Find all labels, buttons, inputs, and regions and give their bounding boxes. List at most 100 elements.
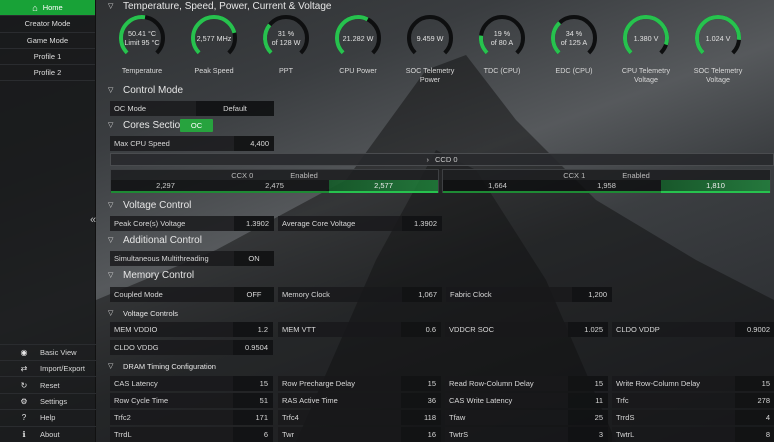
dram-timing-field[interactable]: TrrdS 4 (612, 410, 774, 425)
gauge-value-sub: Limit 95 °C (124, 38, 160, 47)
dram-timing-value[interactable]: 15 (233, 376, 273, 391)
coupled-mode-field[interactable]: Coupled Mode OFF (110, 287, 274, 302)
section-additional-control-header[interactable]: ▽ Additional Control (108, 234, 202, 247)
dram-timing-field[interactable]: Trfc2 171 (110, 410, 273, 425)
dram-timing-value[interactable]: 51 (233, 393, 273, 408)
section-voltage-control-header[interactable]: ▽ Voltage Control (108, 199, 191, 212)
oc-mode-value[interactable]: Default (196, 101, 274, 116)
settings-button[interactable]: ⚙ Settings (0, 392, 96, 409)
sidebar-item-profile-1[interactable]: Profile 1 (0, 49, 95, 66)
dram-timing-value[interactable]: 15 (735, 376, 774, 391)
voltage-control-field[interactable]: CLDO VDDP 0.9002 (612, 322, 774, 337)
dram-timing-field[interactable]: Tfaw 25 (445, 410, 608, 425)
smt-value[interactable]: ON (234, 251, 274, 266)
voltage-control-field[interactable]: MEM VTT 0.6 (278, 322, 441, 337)
dram-timing-value[interactable]: 118 (401, 410, 441, 425)
dram-timing-field[interactable]: Row Precharge Delay 15 (278, 376, 441, 391)
fabric-clock-value[interactable]: 1,200 (572, 287, 612, 302)
voltage-control-field[interactable]: CLDO VDDG 0.9504 (110, 340, 273, 355)
sidebar-item-creator-mode[interactable]: Creator Mode (0, 16, 95, 33)
core-speed: 1,958 (552, 180, 661, 193)
gauge-value-sub: of 128 W (271, 38, 301, 47)
gauge-value-main: 21.282 W (342, 34, 374, 43)
oc-mode-field[interactable]: OC Mode Default (110, 101, 274, 116)
dram-timing-field[interactable]: CAS Write Latency 11 (445, 393, 608, 408)
peak-core-voltage-field: Peak Core(s) Voltage 1.3902 (110, 216, 274, 231)
fabric-clock-field[interactable]: Fabric Clock 1,200 (446, 287, 612, 302)
ccd-label: CCD 0 (434, 155, 458, 164)
reset-button[interactable]: ↻ Reset (0, 376, 96, 392)
section-memory-control-header[interactable]: ▽ Memory Control (108, 269, 194, 282)
coupled-mode-value[interactable]: OFF (234, 287, 274, 302)
dram-timing-field[interactable]: TrrdL 6 (110, 427, 273, 442)
dram-timing-field[interactable]: CAS Latency 15 (110, 376, 273, 391)
voltage-control-field[interactable]: MEM VDDIO 1.2 (110, 322, 273, 337)
help-button[interactable]: ? Help (0, 409, 96, 425)
voltage-control-value[interactable]: 1.2 (233, 322, 273, 337)
section-cores-header[interactable]: ▽ Cores Section (108, 119, 186, 132)
section-title: Cores Section (123, 120, 186, 131)
import-export-button[interactable]: ⇄ Import/Export (0, 360, 96, 376)
dram-timing-field[interactable]: Trfc 278 (612, 393, 774, 408)
memory-clock-field[interactable]: Memory Clock 1,067 (278, 287, 442, 302)
dram-timing-value[interactable]: 36 (401, 393, 441, 408)
gear-icon: ⚙ (20, 397, 28, 407)
dram-timing-field[interactable]: Twr 16 (278, 427, 441, 442)
smt-field[interactable]: Simultaneous Multithreading ON (110, 251, 274, 266)
gauge-value: 1.380 V (618, 34, 674, 43)
gauge-3: 31 % of 128 W PPT (258, 14, 314, 75)
about-button[interactable]: ℹ About (0, 425, 96, 442)
chevron-down-icon: ▽ (108, 310, 114, 317)
section-control-mode-header[interactable]: ▽ Control Mode (108, 84, 183, 97)
sidebar-item-home[interactable]: ⌂ Home (0, 0, 95, 17)
sidebar-item-profile-2[interactable]: Profile 2 (0, 65, 95, 82)
ccd-header[interactable]: › CCD 0 (110, 153, 774, 166)
dram-timing-field[interactable]: Row Cycle Time 51 (110, 393, 273, 408)
dram-timing-field[interactable]: Trfc4 118 (278, 410, 441, 425)
dram-timing-value[interactable]: 15 (568, 376, 608, 391)
ccx-header: CCX 0 Enabled (111, 170, 438, 180)
dram-timing-value[interactable]: 4 (735, 410, 774, 425)
dram-timing-field[interactable]: Write Row-Column Delay 15 (612, 376, 774, 391)
memory-clock-value[interactable]: 1,067 (402, 287, 442, 302)
max-cpu-speed-field[interactable]: Max CPU Speed 4,400 (110, 136, 274, 151)
gauge-value: 21.282 W (330, 34, 386, 43)
dram-timing-value[interactable]: 16 (401, 427, 441, 442)
dram-timing-field[interactable]: TwtrL 8 (612, 427, 774, 442)
section-title: Voltage Control (123, 200, 192, 211)
collapse-sidebar-icon[interactable]: « (90, 214, 96, 226)
voltage-control-label: MEM VTT (282, 325, 316, 334)
gauge-value: 2,577 MHz (186, 34, 242, 43)
gauge-label-main: TDC (CPU) (483, 66, 521, 75)
dram-timing-value[interactable]: 11 (568, 393, 608, 408)
dram-timing-value[interactable]: 3 (568, 427, 608, 442)
section-dram-timing-header[interactable]: ▽ DRAM Timing Configuration (108, 360, 216, 373)
dram-timing-value[interactable]: 25 (568, 410, 608, 425)
dram-timing-value[interactable]: 15 (401, 376, 441, 391)
gauge-label-main: SOC Telemetry (405, 66, 455, 75)
voltage-control-value[interactable]: 0.6 (401, 322, 441, 337)
ccx-header: CCX 1 Enabled (443, 170, 770, 180)
max-cpu-speed-value[interactable]: 4,400 (234, 136, 274, 151)
section-temperature-header[interactable]: ▽ Temperature, Speed, Power, Current & V… (108, 0, 331, 13)
sidebar-item-label: Creator Mode (24, 19, 71, 29)
dram-timing-field[interactable]: RAS Active Time 36 (278, 393, 441, 408)
dram-timing-field[interactable]: TwtrS 3 (445, 427, 608, 442)
ccx-name: CCX 0 (231, 170, 254, 180)
dram-timing-field[interactable]: Read Row-Column Delay 15 (445, 376, 608, 391)
voltage-control-field[interactable]: VDDCR SOC 1.025 (445, 322, 608, 337)
max-cpu-speed-label: Max CPU Speed (114, 139, 170, 148)
section-title: Voltage Controls (123, 309, 179, 318)
voltage-control-value[interactable]: 0.9002 (735, 322, 774, 337)
dram-timing-value[interactable]: 8 (735, 427, 774, 442)
dram-timing-value[interactable]: 278 (735, 393, 774, 408)
voltage-control-value[interactable]: 1.025 (568, 322, 608, 337)
gauge-value: 34 % of 125 A (546, 29, 602, 47)
sidebar-item-game-mode[interactable]: Game Mode (0, 33, 95, 49)
reset-icon: ↻ (20, 380, 28, 390)
dram-timing-value[interactable]: 171 (233, 410, 273, 425)
voltage-control-value[interactable]: 0.9504 (233, 340, 273, 355)
dram-timing-value[interactable]: 6 (233, 427, 273, 442)
basic-view-button[interactable]: ◉ Basic View (0, 343, 96, 360)
section-voltage-controls-header[interactable]: ▽ Voltage Controls (108, 307, 178, 320)
